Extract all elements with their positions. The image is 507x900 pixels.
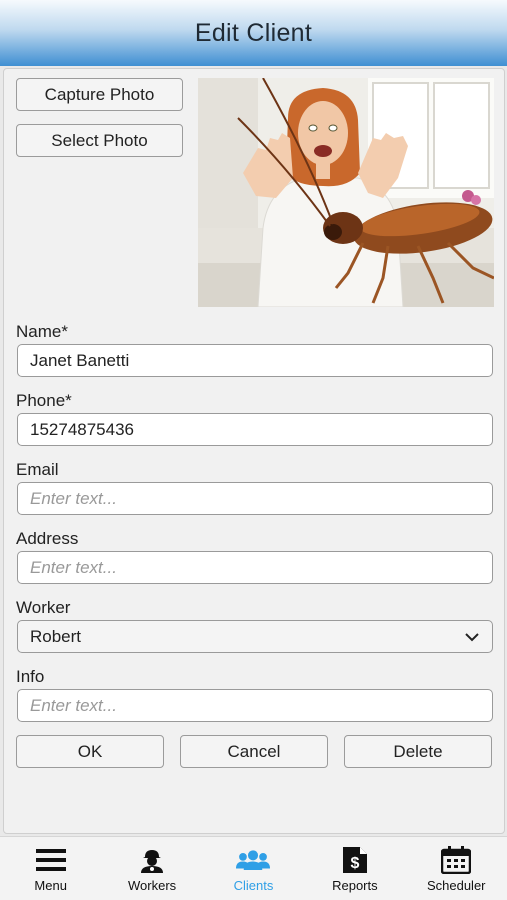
clients-icon <box>236 846 271 874</box>
email-label: Email <box>16 460 59 479</box>
address-label: Address <box>16 529 79 548</box>
name-value: Janet Banetti <box>30 350 130 370</box>
tab-reports-label: Reports <box>332 878 378 893</box>
worker-label: Worker <box>16 598 71 617</box>
address-field[interactable]: Enter text... <box>17 551 493 584</box>
tab-scheduler[interactable]: Scheduler <box>406 837 506 893</box>
name-field[interactable]: Janet Banetti <box>17 344 493 377</box>
tab-scheduler-label: Scheduler <box>426 878 486 893</box>
tab-workers[interactable]: Workers <box>102 837 202 893</box>
phone-field[interactable]: 15274875436 <box>17 413 493 446</box>
info-field[interactable]: Enter text... <box>17 689 493 722</box>
address-placeholder: Enter text... <box>30 557 117 577</box>
cancel-button[interactable]: Cancel <box>180 735 328 768</box>
chevron-down-icon <box>465 632 479 641</box>
client-photo[interactable] <box>198 78 494 307</box>
tab-clients-label: Clients <box>233 878 274 893</box>
menu-icon <box>34 846 68 874</box>
tab-clients[interactable]: Clients <box>203 837 303 893</box>
workers-icon <box>135 846 169 874</box>
email-placeholder: Enter text... <box>30 488 117 508</box>
edit-client-form: Capture Photo Select Photo Name* Janet B… <box>3 68 505 834</box>
worker-value: Robert <box>30 626 82 646</box>
email-field[interactable]: Enter text... <box>17 482 493 515</box>
header-bar: Edit Client <box>0 0 507 66</box>
tab-reports[interactable]: $ Reports <box>305 837 405 893</box>
tab-menu[interactable]: Menu <box>1 837 101 893</box>
tab-menu-label: Menu <box>34 878 67 893</box>
worker-select[interactable]: Robert <box>17 620 493 653</box>
delete-button[interactable]: Delete <box>344 735 492 768</box>
info-label: Info <box>16 667 45 686</box>
capture-photo-button[interactable]: Capture Photo <box>16 78 183 111</box>
ok-button[interactable]: OK <box>16 735 164 768</box>
phone-value: 15274875436 <box>30 419 135 439</box>
phone-label: Phone* <box>16 391 72 410</box>
select-photo-button[interactable]: Select Photo <box>16 124 183 157</box>
svg-text:$: $ <box>350 855 359 872</box>
tab-workers-label: Workers <box>128 878 177 893</box>
bottom-tab-bar: Menu Workers Clients $ Reports Scheduler <box>0 836 507 900</box>
scheduler-icon <box>439 846 473 874</box>
reports-icon: $ <box>338 846 372 874</box>
name-label: Name* <box>16 322 68 341</box>
info-placeholder: Enter text... <box>30 695 117 715</box>
page-title: Edit Client <box>194 18 313 47</box>
